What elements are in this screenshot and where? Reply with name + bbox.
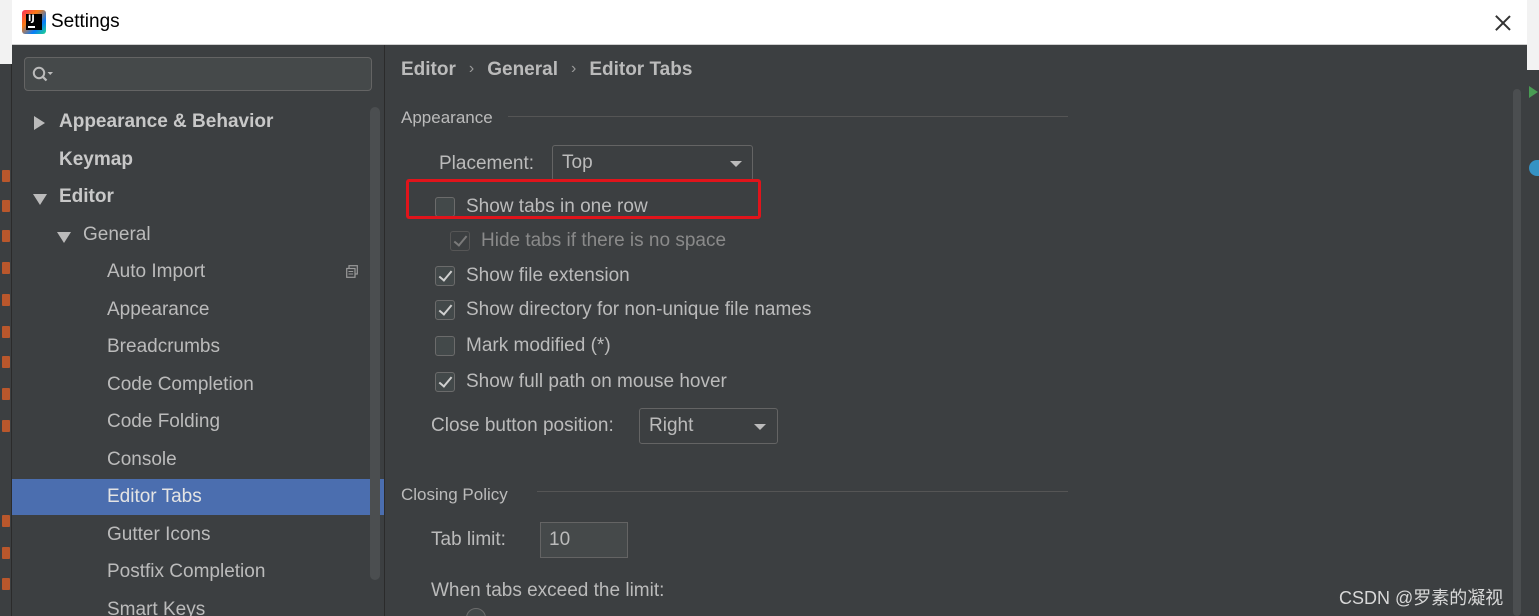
checkbox-label: Show directory for non-unique file names xyxy=(466,299,812,320)
tree-item-appearance[interactable]: Appearance xyxy=(12,292,384,328)
tree-item-appearance-behavior[interactable]: Appearance & Behavior xyxy=(12,104,384,140)
section-title-appearance: Appearance xyxy=(401,108,493,127)
checkbox-box[interactable] xyxy=(435,266,455,286)
checkbox-box[interactable] xyxy=(435,336,455,356)
checkbox-box[interactable] xyxy=(450,231,470,251)
search-input[interactable] xyxy=(61,61,366,87)
checkbox-label: Show file extension xyxy=(466,265,630,286)
settings-sidebar: Appearance & Behavior Keymap Editor Gene… xyxy=(12,45,384,616)
checkbox-label: Mark modified (*) xyxy=(466,335,611,356)
checkbox-label: Show tabs in one row xyxy=(466,196,648,217)
tree-item-label: Appearance & Behavior xyxy=(59,111,274,132)
tree-item-code-folding[interactable]: Code Folding xyxy=(12,404,384,440)
tree-item-label: Smart Keys xyxy=(107,599,206,616)
breadcrumb-item: Editor xyxy=(401,59,456,80)
tree-item-label: General xyxy=(83,224,151,245)
run-icon xyxy=(1529,86,1538,98)
tree-item-breadcrumbs[interactable]: Breadcrumbs xyxy=(12,329,384,365)
section-title-closing-policy: Closing Policy xyxy=(401,485,508,504)
tree-item-label: Auto Import xyxy=(107,261,206,282)
tree-item-postfix-completion[interactable]: Postfix Completion xyxy=(12,554,384,590)
tree-item-gutter-icons[interactable]: Gutter Icons xyxy=(12,517,384,553)
checkbox-label: Hide tabs if there is no space xyxy=(481,230,727,251)
breadcrumb-separator: › xyxy=(570,60,577,77)
placement-label: Placement: xyxy=(439,153,535,174)
collapse-arrow-icon[interactable] xyxy=(33,194,47,205)
close-button[interactable] xyxy=(1482,4,1524,42)
section-separator xyxy=(537,491,1068,492)
project-settings-icon xyxy=(346,265,358,278)
close-button-position-value: Right xyxy=(649,415,694,436)
watermark: CSDN @罗素的凝视 xyxy=(1339,588,1504,608)
expand-arrow-icon[interactable] xyxy=(34,116,45,130)
tree-item-label: Appearance xyxy=(107,299,210,320)
checkbox-box[interactable] xyxy=(435,372,455,392)
tab-limit-field[interactable] xyxy=(540,522,628,558)
close-button-position-dropdown[interactable]: Right xyxy=(639,408,778,444)
tree-item-label: Code Completion xyxy=(107,374,254,395)
window-title: Settings xyxy=(51,11,120,32)
checkbox-label: Show full path on mouse hover xyxy=(466,371,727,392)
placement-value: Top xyxy=(562,152,593,173)
close-unchanged-radio[interactable] xyxy=(466,608,486,616)
intellij-logo-icon: IJ xyxy=(22,10,46,34)
tree-item-label: Editor Tabs xyxy=(107,486,202,507)
tree-item-console[interactable]: Console xyxy=(12,442,384,478)
tree-item-editor[interactable]: Editor xyxy=(12,179,384,215)
tree-item-code-completion[interactable]: Code Completion xyxy=(12,367,384,403)
tree-item-editor-tabs[interactable]: Editor Tabs xyxy=(12,479,384,515)
breadcrumb-separator: › xyxy=(468,60,475,77)
exceed-limit-label: When tabs exceed the limit: xyxy=(431,580,665,601)
sidebar-scrollbar[interactable] xyxy=(370,107,380,580)
section-separator xyxy=(508,116,1068,117)
search-icon xyxy=(32,66,53,82)
tree-item-label: Gutter Icons xyxy=(107,524,211,545)
tree-item-label: Console xyxy=(107,449,177,470)
tree-item-label: Keymap xyxy=(59,149,133,170)
tree-item-label: Code Folding xyxy=(107,411,221,432)
tree-item-general[interactable]: General xyxy=(12,217,384,253)
breadcrumb-item: General xyxy=(487,59,558,80)
breadcrumb-item: Editor Tabs xyxy=(589,59,693,80)
background-editor-right xyxy=(1527,0,1539,616)
close-button-position-label: Close button position: xyxy=(431,415,614,436)
tree-item-label: Breadcrumbs xyxy=(107,336,220,357)
checkbox-box[interactable] xyxy=(435,197,455,217)
settings-content: Editor › General › Editor Tabs Appearance Pl… xyxy=(385,45,1527,616)
tab-limit-label: Tab limit: xyxy=(431,529,506,550)
tree-item-label: Editor xyxy=(59,186,114,207)
background-editor-left xyxy=(0,0,12,616)
chevron-down-icon xyxy=(754,424,766,430)
checkbox-box[interactable] xyxy=(435,300,455,320)
settings-search-box[interactable] xyxy=(24,57,372,91)
title-bar: IJ Settings xyxy=(12,0,1527,45)
tree-item-auto-import[interactable]: Auto Import xyxy=(12,254,384,290)
tree-item-smart-keys[interactable]: Smart Keys xyxy=(12,592,384,616)
placement-dropdown[interactable]: Top xyxy=(552,145,753,181)
settings-dialog: IJ Settings Appearance & Behavior Keymap… xyxy=(12,0,1527,616)
breadcrumb: Editor › General › Editor Tabs xyxy=(401,59,692,81)
tab-limit-input[interactable] xyxy=(549,527,619,553)
chevron-down-icon xyxy=(730,161,742,167)
content-scrollbar[interactable] xyxy=(1513,89,1521,616)
collapse-arrow-icon[interactable] xyxy=(57,232,71,243)
tree-item-label: Postfix Completion xyxy=(107,561,266,582)
tree-item-keymap[interactable]: Keymap xyxy=(12,142,384,178)
